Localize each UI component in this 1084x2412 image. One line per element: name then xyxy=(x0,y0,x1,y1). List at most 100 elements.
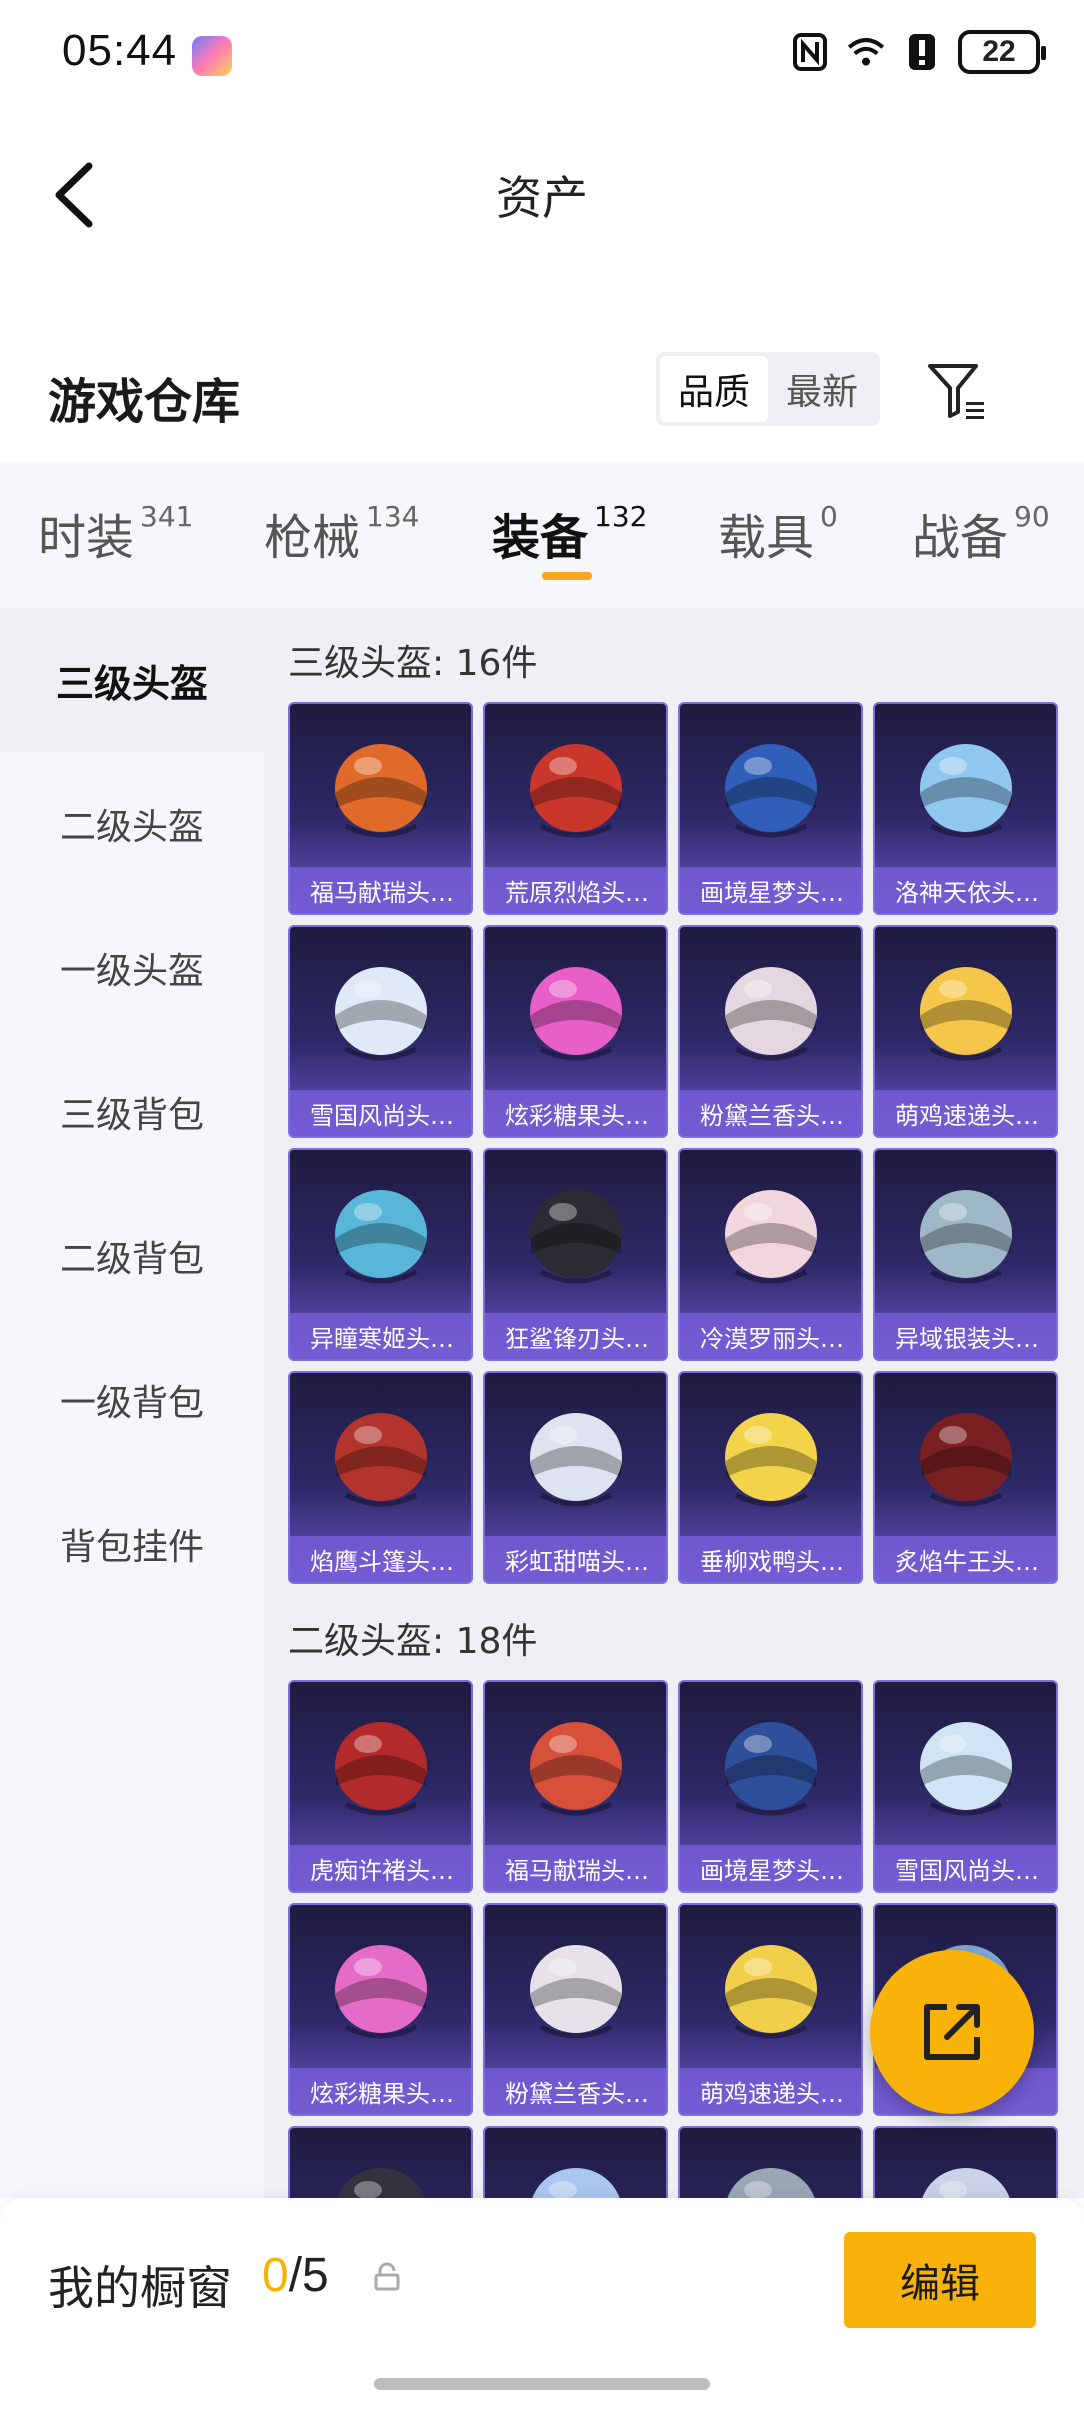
share-fab[interactable] xyxy=(870,1950,1034,2114)
subcategory-sidebar: 三级头盔 二级头盔 一级头盔 三级背包 二级背包 一级背包 背包挂件 xyxy=(0,608,264,2198)
item-name: 粉黛兰香头… xyxy=(680,1090,861,1136)
sort-latest-button[interactable]: 最新 xyxy=(768,356,876,422)
showcase-max: /5 xyxy=(288,2249,329,2302)
helmet-icon xyxy=(335,1190,427,1284)
helmet-icon xyxy=(920,744,1012,838)
item-card[interactable]: 炙焰牛王头… xyxy=(873,1371,1058,1584)
item-card[interactable]: 狂鲨锋刃头… xyxy=(483,1148,668,1361)
tab-label: 载具 xyxy=(718,510,815,566)
item-name: 萌鸡速递头… xyxy=(875,1090,1056,1136)
helmet-icon xyxy=(725,744,817,838)
sort-quality-button[interactable]: 品质 xyxy=(660,356,769,422)
item-card[interactable] xyxy=(483,2126,668,2198)
helmet-icon xyxy=(920,967,1012,1061)
item-card[interactable]: 炫彩糖果头… xyxy=(288,1903,473,2116)
sidebar-item-level2-backpack[interactable]: 二级背包 xyxy=(0,1184,264,1328)
helmet-icon xyxy=(530,744,622,838)
page-title: 资产 xyxy=(496,171,588,225)
sidebar-item-level1-backpack[interactable]: 一级背包 xyxy=(0,1328,264,1472)
helmet-icon xyxy=(922,2168,1010,2198)
tab-count: 90 xyxy=(1014,500,1050,533)
item-card[interactable] xyxy=(678,2126,863,2198)
alert-icon xyxy=(902,32,942,72)
item-card[interactable]: 福马献瑞头… xyxy=(288,702,473,915)
sidebar-item-backpack-charm[interactable]: 背包挂件 xyxy=(0,1472,264,1616)
item-card[interactable]: 画境星梦头… xyxy=(678,1680,863,1893)
helmet-icon xyxy=(725,1722,817,1816)
sidebar-item-level3-backpack[interactable]: 三级背包 xyxy=(0,1040,264,1184)
tab-combat-gear[interactable]: 战备 90 xyxy=(912,498,1050,568)
tab-vehicles[interactable]: 载具 0 xyxy=(718,498,838,568)
item-grid: 虎痴许褚头… 福马献瑞头… 画境星梦头… 雪国风尚头… 炫彩糖果头… 粉黛兰香头… 萌鸡速递… xyxy=(288,1680,1072,2198)
item-card[interactable]: 福马献瑞头… xyxy=(483,1680,668,1893)
item-name: 炙焰牛王头… xyxy=(875,1536,1056,1582)
item-card[interactable]: 萌鸡速递头… xyxy=(678,1903,863,2116)
helmet-icon xyxy=(335,967,427,1061)
sidebar-item-level1-helmet[interactable]: 一级头盔 xyxy=(0,896,264,1040)
item-name: 萌鸡速递头… xyxy=(680,2068,861,2114)
helmet-icon xyxy=(335,744,427,838)
item-card[interactable]: 垂柳戏鸭头… xyxy=(678,1371,863,1584)
tab-equipment[interactable]: 装备 132 xyxy=(492,498,647,568)
helmet-icon xyxy=(335,1413,427,1507)
sidebar-item-level3-helmet[interactable]: 三级头盔 xyxy=(0,608,264,752)
item-card[interactable]: 炫彩糖果头… xyxy=(483,925,668,1138)
helmet-icon xyxy=(337,2168,425,2198)
lock-icon xyxy=(372,2262,402,2292)
showcase-label: 我的橱窗 xyxy=(48,2261,232,2315)
item-card[interactable] xyxy=(288,2126,473,2198)
item-name: 荒原烈焰头… xyxy=(485,867,666,913)
filter-button[interactable] xyxy=(924,358,990,424)
item-name: 冷漠罗丽头… xyxy=(680,1313,861,1359)
item-name: 炫彩糖果头… xyxy=(290,2068,471,2114)
item-card[interactable]: 焰鹰斗篷头… xyxy=(288,1371,473,1584)
helmet-icon xyxy=(530,1190,622,1284)
helmet-icon xyxy=(920,1190,1012,1284)
item-card[interactable]: 萌鸡速递头… xyxy=(873,925,1058,1138)
item-name: 洛神天依头… xyxy=(875,867,1056,913)
helmet-icon xyxy=(335,1945,427,2039)
item-card[interactable]: 彩虹甜喵头… xyxy=(483,1371,668,1584)
item-name: 焰鹰斗篷头… xyxy=(290,1536,471,1582)
tab-firearms[interactable]: 枪械 134 xyxy=(264,498,419,568)
battery-indicator: 22 xyxy=(958,30,1046,74)
item-card[interactable]: 虎痴许褚头… xyxy=(288,1680,473,1893)
share-icon xyxy=(924,2004,980,2060)
category-tabs: 时装 341 枪械 134 装备 132 载具 0 战备 90 xyxy=(0,462,1084,608)
item-card[interactable]: 画境星梦头… xyxy=(678,702,863,915)
status-bar: 05:44 22 xyxy=(0,0,1084,110)
item-name: 垂柳戏鸭头… xyxy=(680,1536,861,1582)
active-tab-indicator xyxy=(542,572,592,580)
item-name: 异瞳寒姬头… xyxy=(290,1313,471,1359)
item-card[interactable]: 冷漠罗丽头… xyxy=(678,1148,863,1361)
section-title: 二级头盔: 18件 xyxy=(288,1621,538,1662)
item-card[interactable]: 粉黛兰香头… xyxy=(678,925,863,1138)
status-time: 05:44 xyxy=(62,26,178,75)
helmet-icon xyxy=(725,1945,817,2039)
tab-label: 战备 xyxy=(912,510,1009,566)
item-card[interactable]: 异域银装头… xyxy=(873,1148,1058,1361)
item-card[interactable]: 荒原烈焰头… xyxy=(483,702,668,915)
nav-bar: 资产 xyxy=(0,140,1084,250)
item-card[interactable]: 雪国风尚头… xyxy=(288,925,473,1138)
app-notification-icon xyxy=(192,36,232,76)
home-indicator xyxy=(374,2378,710,2390)
section-title: 三级头盔: 16件 xyxy=(288,643,538,684)
helmet-icon xyxy=(530,967,622,1061)
item-card[interactable]: 洛神天依头… xyxy=(873,702,1058,915)
edit-button[interactable]: 编辑 xyxy=(844,2232,1036,2328)
item-name: 虎痴许褚头… xyxy=(290,1845,471,1891)
helmet-icon xyxy=(532,2168,620,2198)
item-card[interactable]: 雪国风尚头… xyxy=(873,1680,1058,1893)
item-card[interactable] xyxy=(873,2126,1058,2198)
item-card[interactable]: 粉黛兰香头… xyxy=(483,1903,668,2116)
item-card[interactable]: 异瞳寒姬头… xyxy=(288,1148,473,1361)
nfc-icon xyxy=(790,32,830,72)
tab-label: 枪械 xyxy=(264,510,361,566)
showcase-current: 0 xyxy=(262,2249,289,2302)
tab-fashion[interactable]: 时装 341 xyxy=(38,498,193,568)
helmet-icon xyxy=(727,2168,815,2198)
sidebar-item-level2-helmet[interactable]: 二级头盔 xyxy=(0,752,264,896)
helmet-icon xyxy=(530,1722,622,1816)
helmet-icon xyxy=(920,1722,1012,1816)
